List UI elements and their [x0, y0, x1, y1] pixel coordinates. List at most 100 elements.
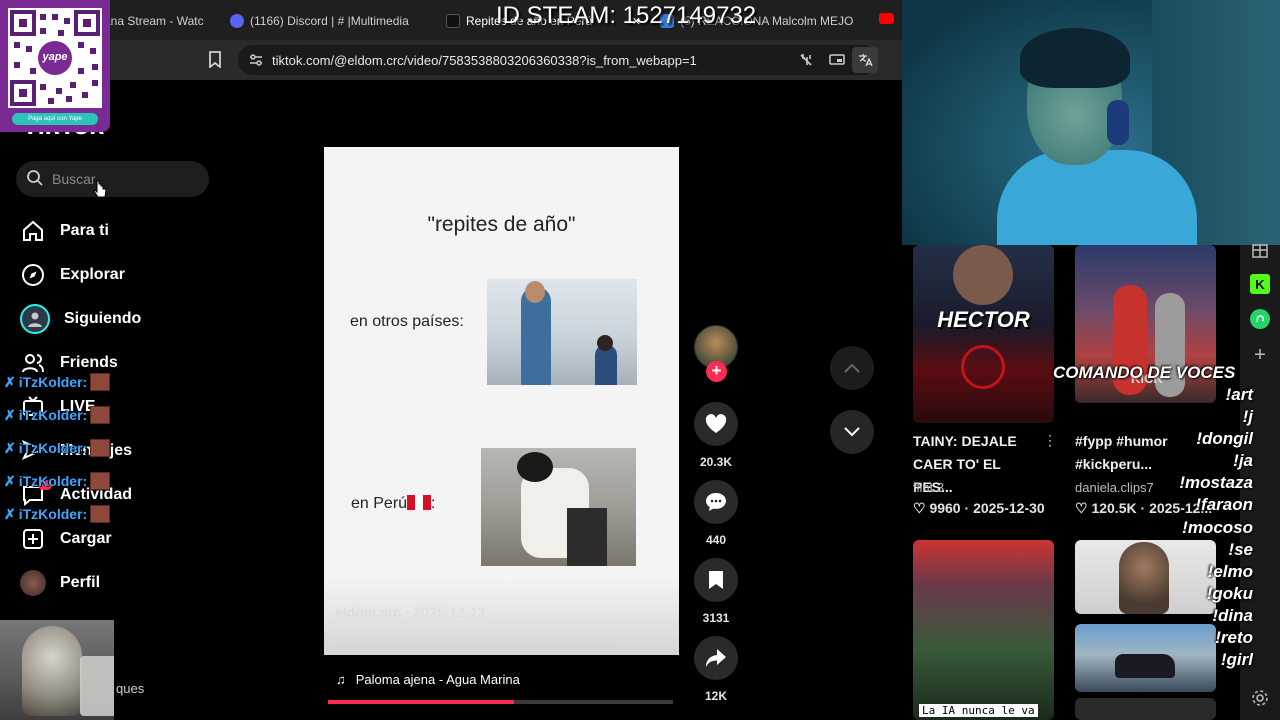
emote-icon [90, 406, 111, 424]
nav-item-perfil[interactable]: Perfil [20, 568, 100, 598]
add-icon[interactable]: + [1250, 344, 1270, 366]
cast-icon[interactable] [829, 52, 845, 71]
nav-item-para-ti[interactable]: Para ti [20, 216, 109, 246]
nav-label: Para ti [60, 222, 109, 239]
nav-item-explorar[interactable]: Explorar [20, 260, 125, 290]
chat-message: ✗ iTzKolder: [4, 439, 111, 457]
voice-command: !faraon [1195, 495, 1253, 515]
share-icon [706, 649, 726, 667]
chair [567, 508, 607, 566]
chevron-up-icon [844, 363, 860, 373]
following-avatar-icon [20, 304, 50, 334]
discord-icon [230, 14, 244, 28]
reco-author[interactable]: flint.3 [913, 480, 944, 495]
more-options-icon[interactable]: ⋮ [1043, 432, 1057, 449]
save-count: 3131 [702, 611, 730, 625]
kick-icon[interactable]: K [1250, 274, 1270, 294]
comment-icon [706, 493, 726, 511]
video-date: 2025-12-13 [413, 604, 486, 620]
voice-command: !dongil [1196, 429, 1253, 449]
sword-icon: ✗ [4, 373, 16, 390]
sword-icon: ✗ [4, 439, 16, 456]
author-name: eldom.crc [335, 604, 402, 620]
browser-tab[interactable]: ana Stream - Watc [104, 8, 204, 34]
thumb-person [1119, 542, 1169, 614]
streamer-body [997, 150, 1197, 245]
music-note-icon: ♫ [336, 671, 346, 687]
settings-gear-icon[interactable] [1250, 688, 1270, 708]
chat-username: iTzKolder: [18, 407, 88, 423]
heart-outline-icon: ♡ [913, 500, 926, 516]
reco-date: 2025-12-30 [973, 500, 1045, 516]
browser-tab-bar: ana Stream - Watc (1166) Discord | # |Mu… [0, 0, 902, 40]
tab-label: ana Stream - Watc [104, 14, 204, 28]
id-steam-overlay: ID STEAM: 1527149732 [496, 2, 757, 29]
reco-thumbnail[interactable] [1075, 698, 1216, 720]
browser-tab[interactable]: (1166) Discord | # |Multimedia [230, 8, 425, 34]
sidebar-footer-text: ques [116, 681, 145, 696]
music-bar[interactable]: ♫ Paloma ajena - Agua Marina [324, 664, 679, 694]
nav-label: Cargar [60, 530, 112, 547]
voice-commands-title: COMANDO DE VOCES [1053, 363, 1236, 382]
nav-item-siguiendo[interactable]: Siguiendo [20, 304, 141, 334]
music-title: Paloma ajena - Agua Marina [355, 671, 520, 687]
emote-icon [90, 505, 111, 523]
nav-label: Explorar [60, 266, 125, 283]
grid-icon[interactable] [1250, 241, 1270, 261]
reco-author[interactable]: daniela.clips7 [1075, 480, 1154, 495]
search-placeholder: Buscar [52, 171, 96, 187]
chat-username: iTzKolder: [18, 374, 88, 390]
video-caption-title: "repites de año" [427, 213, 576, 236]
yape-brand: yape [42, 51, 68, 63]
nav-item-cargar[interactable]: Cargar [20, 524, 112, 554]
video-progress-bar[interactable] [328, 700, 673, 704]
video-player[interactable]: "repites de año" en otros países: en Per… [324, 147, 679, 655]
compass-icon [20, 262, 46, 288]
voice-command: !ja [1233, 451, 1253, 471]
share-button[interactable] [694, 636, 738, 680]
search-input[interactable]: Buscar [16, 161, 209, 197]
url-field[interactable]: tiktok.com/@eldom.crc/video/758353880320… [238, 45, 878, 75]
sword-icon: ✗ [4, 505, 16, 522]
previous-video-button[interactable] [830, 346, 874, 390]
video-photo-peru [481, 448, 636, 566]
like-button[interactable] [694, 402, 738, 446]
headphones [1107, 100, 1129, 145]
pet-camera-overlay [0, 620, 114, 720]
video-hashtags[interactable]: #fyp #parati #colegio #repitesdeaño #per… [335, 640, 625, 655]
chevron-down-icon [844, 427, 860, 437]
thumb-emblem [961, 345, 1005, 389]
reco-thumbnail[interactable]: La IA nunca le va [913, 540, 1054, 720]
voice-command: !j [1242, 407, 1253, 427]
like-count: 20.3K [699, 455, 733, 469]
voice-command: !mocoso [1182, 517, 1253, 537]
voice-command: !mostaza [1179, 473, 1253, 493]
bookmark-icon [709, 571, 723, 589]
video-author[interactable]: eldom.crc · 2025-12-13 [335, 604, 485, 620]
follow-plus-icon[interactable]: + [706, 361, 727, 382]
next-video-button[interactable] [830, 410, 874, 454]
youtube-icon[interactable] [879, 13, 894, 24]
sword-icon: ✗ [4, 472, 16, 489]
site-info-icon[interactable] [248, 52, 264, 71]
voice-command: !se [1228, 539, 1253, 559]
tiktok-icon [446, 14, 460, 28]
nav-label: Siguiendo [64, 310, 142, 327]
reco-likes: 120.5K [1091, 500, 1137, 516]
heart-icon [705, 414, 727, 433]
chat-message: ✗ iTzKolder: [4, 373, 111, 391]
no-tracking-icon[interactable] [798, 52, 814, 71]
mouse-cursor-icon [93, 180, 107, 198]
translate-icon[interactable] [852, 47, 878, 73]
comment-button[interactable] [694, 480, 738, 524]
whatsapp-icon[interactable] [1250, 309, 1270, 329]
voice-command: !dina [1212, 605, 1253, 625]
progress-fill [328, 700, 515, 704]
child-figure [595, 345, 617, 385]
reco-thumbnail[interactable]: HECTOR [913, 245, 1054, 423]
reco-title[interactable]: #fypp #humor #kickperu... [1075, 430, 1195, 476]
save-button[interactable] [694, 558, 738, 602]
streamer-webcam [902, 0, 1280, 245]
bookmark-icon[interactable] [208, 51, 222, 71]
upload-icon [20, 526, 46, 552]
